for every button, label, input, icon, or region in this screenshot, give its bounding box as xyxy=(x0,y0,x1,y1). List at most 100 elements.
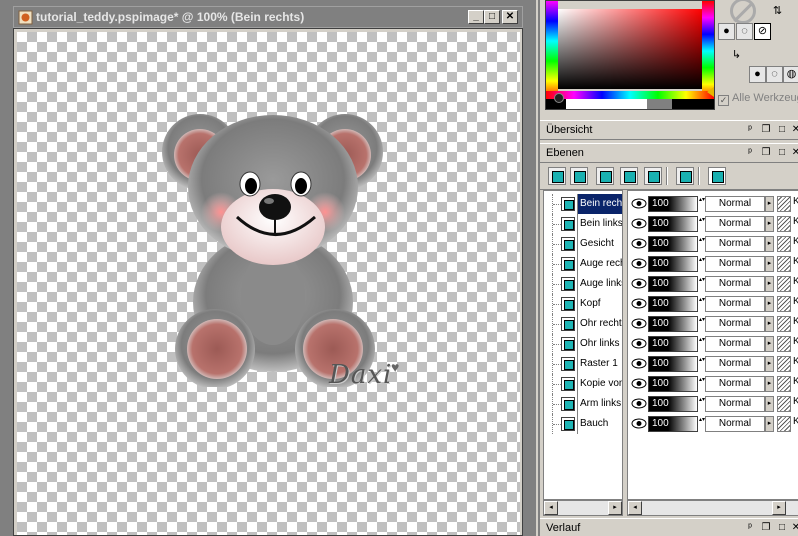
document-titlebar[interactable]: tutorial_teddy.pspimage* @ 100% (Bein re… xyxy=(13,6,523,28)
layer-name[interactable]: Auge links xyxy=(577,274,622,294)
blend-mode-select[interactable]: Normal xyxy=(705,336,765,352)
lock-transparency-icon[interactable] xyxy=(777,196,791,212)
layer-tree-row[interactable]: Bauch xyxy=(544,414,622,434)
blend-mode-select[interactable]: Normal xyxy=(705,416,765,432)
close-icon[interactable]: ✕ xyxy=(790,147,798,159)
layer-tree-row[interactable]: Kopf xyxy=(544,294,622,314)
blend-mode-select[interactable]: Normal xyxy=(705,256,765,272)
saturation-box[interactable] xyxy=(558,9,703,89)
chevron-right-icon[interactable]: ▸ xyxy=(765,296,774,312)
checkbox-box[interactable]: ✓ xyxy=(718,95,729,106)
blend-mode-select[interactable]: Normal xyxy=(705,396,765,412)
lock-transparency-icon[interactable] xyxy=(777,316,791,332)
scroll-right-button[interactable]: ▸ xyxy=(772,501,786,515)
layer-tree-row[interactable]: Bein rechts xyxy=(544,194,622,214)
eye-icon[interactable] xyxy=(631,358,647,369)
close-icon[interactable]: ✕ xyxy=(790,522,798,534)
eye-icon[interactable] xyxy=(631,338,647,349)
eye-icon[interactable] xyxy=(631,318,647,329)
swap-colors-icon[interactable]: ⇅ xyxy=(769,4,786,21)
restore-icon[interactable]: ❐ xyxy=(760,147,772,159)
layer-name[interactable]: Ohr rechts xyxy=(577,314,622,334)
transparent-color-icon[interactable] xyxy=(730,0,756,24)
eye-icon[interactable] xyxy=(631,198,647,209)
merge-layer-icon[interactable] xyxy=(644,167,662,185)
close-icon[interactable]: ✕ xyxy=(790,124,798,136)
lock-transparency-icon[interactable] xyxy=(777,256,791,272)
layer-tree-row[interactable]: Ohr rechts xyxy=(544,314,622,334)
pin-icon[interactable]: ᵖ xyxy=(744,147,756,159)
layer-tree-row[interactable]: Auge links xyxy=(544,274,622,294)
opacity-slider[interactable]: 100 xyxy=(648,356,698,372)
eye-icon[interactable] xyxy=(631,218,647,229)
new-raster-layer-icon[interactable] xyxy=(548,167,566,185)
none-mode-button[interactable]: ⊘ xyxy=(754,23,771,40)
scroll-left-button[interactable]: ◂ xyxy=(628,501,642,515)
opacity-slider[interactable]: 100 xyxy=(648,296,698,312)
eye-icon[interactable] xyxy=(631,378,647,389)
layer-name[interactable]: Bauch xyxy=(577,414,622,434)
chevron-right-icon[interactable]: ▸ xyxy=(765,196,774,212)
color-picker[interactable] xyxy=(545,0,715,110)
scroll-left-button[interactable]: ◂ xyxy=(544,501,558,515)
hue-bar-right[interactable] xyxy=(702,1,714,101)
fill-gradient-mode-button[interactable]: ◌ xyxy=(766,66,783,83)
chevron-right-icon[interactable]: ▸ xyxy=(765,276,774,292)
lock-transparency-icon[interactable] xyxy=(777,216,791,232)
tree-scrollbar[interactable]: ◂ ▸ xyxy=(543,500,623,516)
overview-palette-bar[interactable]: Übersicht ᵖ ❐ □ ✕ xyxy=(540,120,798,140)
pin-icon[interactable]: ᵖ xyxy=(744,124,756,136)
minimize-icon[interactable]: □ xyxy=(776,124,788,136)
blend-mode-select[interactable]: Normal xyxy=(705,376,765,392)
opacity-slider[interactable]: 100 xyxy=(648,416,698,432)
layer-tree-row[interactable]: Ohr links xyxy=(544,334,622,354)
opacity-slider[interactable]: 100 xyxy=(648,216,698,232)
opacity-slider[interactable]: 100 xyxy=(648,256,698,272)
eye-icon[interactable] xyxy=(631,278,647,289)
opacity-slider[interactable]: 100 xyxy=(648,336,698,352)
chevron-right-icon[interactable]: ▸ xyxy=(765,396,774,412)
restore-icon[interactable]: ❐ xyxy=(760,124,772,136)
gradient-palette-bar[interactable]: Verlauf ᵖ ❐ □ ✕ xyxy=(540,518,798,536)
minimize-icon[interactable]: □ xyxy=(776,522,788,534)
lock-transparency-icon[interactable] xyxy=(777,336,791,352)
layer-tree-row[interactable]: Bein links xyxy=(544,214,622,234)
blend-mode-select[interactable]: Normal xyxy=(705,356,765,372)
layer-name[interactable]: Gesicht xyxy=(577,234,622,254)
chevron-right-icon[interactable]: ▸ xyxy=(765,316,774,332)
chevron-right-icon[interactable]: ▸ xyxy=(765,416,774,432)
chevron-right-icon[interactable]: ▸ xyxy=(765,376,774,392)
hue-bar-left[interactable] xyxy=(546,1,558,101)
scroll-right-button[interactable]: ▸ xyxy=(608,501,622,515)
eye-icon[interactable] xyxy=(631,238,647,249)
layer-name[interactable]: Kopf xyxy=(577,294,622,314)
minimize-icon[interactable]: □ xyxy=(776,147,788,159)
chevron-right-icon[interactable]: ▸ xyxy=(765,216,774,232)
layer-tree-row[interactable]: Arm links xyxy=(544,394,622,414)
opacity-slider[interactable]: 100 xyxy=(648,276,698,292)
eye-icon[interactable] xyxy=(631,298,647,309)
lock-transparency-icon[interactable] xyxy=(777,236,791,252)
layer-name[interactable]: Raster 1 xyxy=(577,354,622,374)
layers-palette-bar[interactable]: Ebenen ᵖ ❐ □ ✕ xyxy=(540,143,798,163)
layer-tree-row[interactable]: Gesicht xyxy=(544,234,622,254)
minimize-button[interactable]: _ xyxy=(468,10,484,24)
eye-icon[interactable] xyxy=(631,418,647,429)
layer-name[interactable]: Auge rechts xyxy=(577,254,622,274)
blend-mode-select[interactable]: Normal xyxy=(705,316,765,332)
eye-icon[interactable] xyxy=(631,258,647,269)
lock-transparency-icon[interactable] xyxy=(777,396,791,412)
grayscale-strip[interactable] xyxy=(546,99,714,109)
blend-mode-select[interactable]: Normal xyxy=(705,216,765,232)
new-vector-layer-icon[interactable] xyxy=(570,167,588,185)
fill-color-mode-button[interactable]: ● xyxy=(749,66,766,83)
chevron-right-icon[interactable]: ▸ xyxy=(765,336,774,352)
opacity-slider[interactable]: 100 xyxy=(648,396,698,412)
color-mode-button[interactable]: ● xyxy=(718,23,735,40)
image-canvas[interactable]: Daxi ♥ xyxy=(17,32,520,535)
maximize-button[interactable]: □ xyxy=(484,10,500,24)
fill-pattern-mode-button[interactable]: ◍ xyxy=(783,66,798,83)
opacity-slider[interactable]: 100 xyxy=(648,236,698,252)
pin-icon[interactable]: ᵖ xyxy=(744,522,756,534)
layer-tree-row[interactable]: Auge rechts xyxy=(544,254,622,274)
